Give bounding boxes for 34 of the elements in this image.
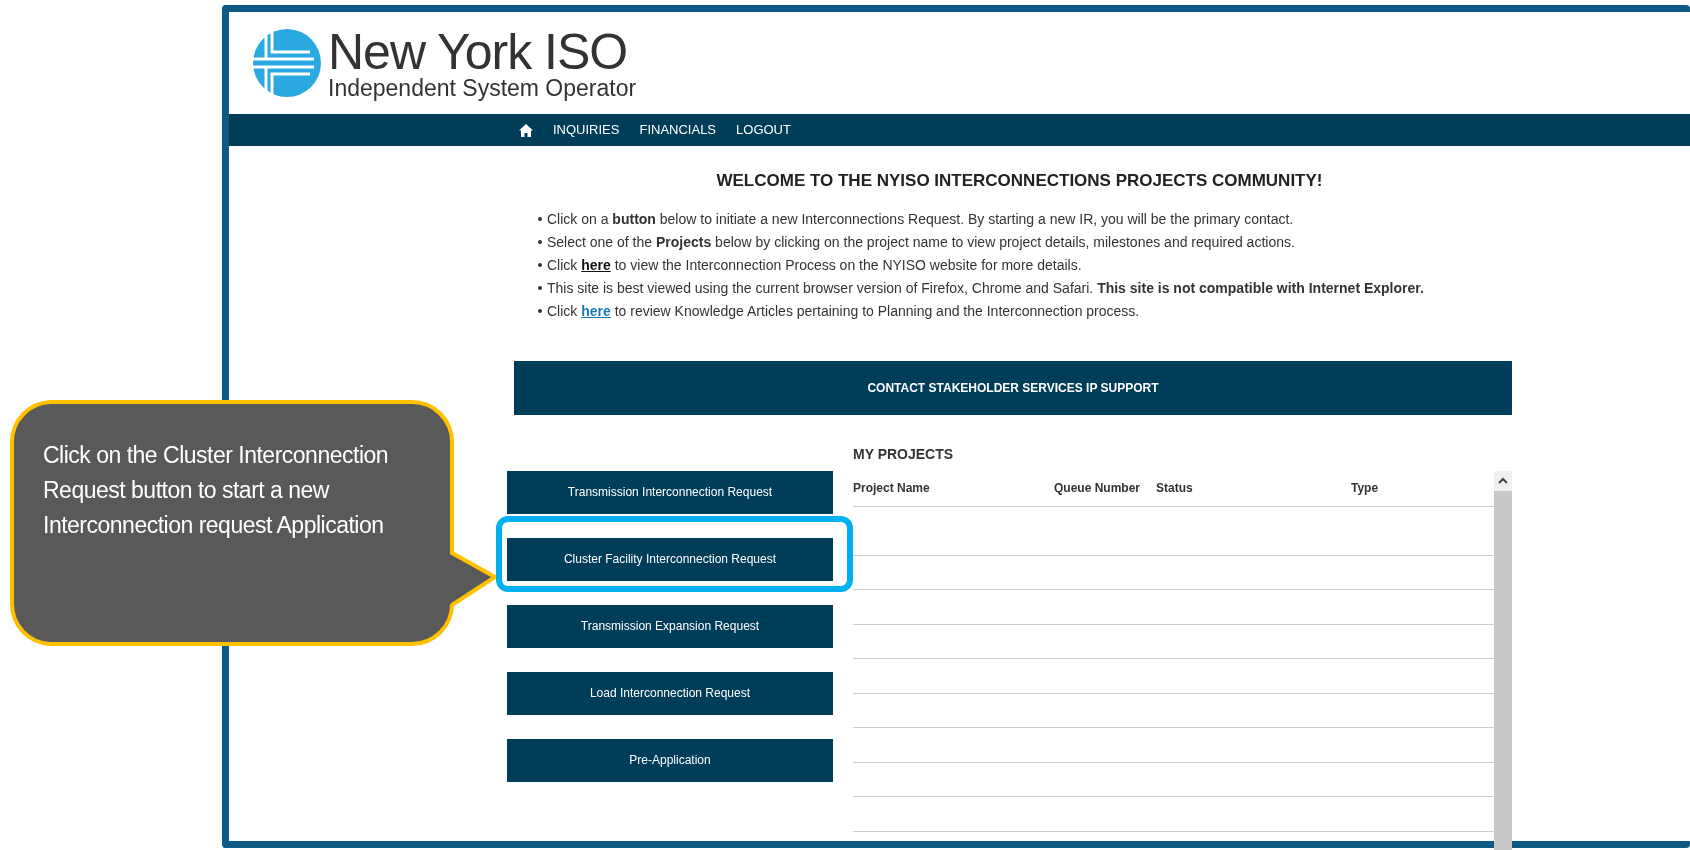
welcome-heading: WELCOME TO THE NYISO INTERCONNECTIONS PROJECTS COMMUNITY! — [715, 170, 1324, 192]
request-button[interactable]: Load Interconnection Request — [507, 671, 833, 715]
column-header: Project Name — [853, 480, 931, 497]
bullet-text: Click here to view the Interconnection Process on the NYISO website for more details. — [547, 255, 1082, 275]
nav-link[interactable]: LOGOUT — [736, 120, 791, 140]
scrollbar[interactable] — [1494, 470, 1512, 850]
bullet-text: Click on a button below to initiate a new Interconnections Request. By starting a new IR, you will be the primary contact. — [547, 209, 1294, 229]
bullet-text: Click here to review Knowledge Articles pertaining to Planning and the Interconnection process. — [547, 301, 1140, 321]
bullet-text: Select one of the Projects below by clicking on the project name to view project details, milestones and required actions. — [547, 232, 1295, 252]
column-header: Status — [1156, 480, 1194, 497]
nav-link[interactable]: FINANCIALS — [639, 120, 717, 140]
bullet-text: This site is best viewed using the current browser version of Firefox, Chrome and Safari. This site is not compatible with Internet Explorer. — [547, 278, 1424, 298]
column-header: Type — [1351, 480, 1380, 497]
home-icon[interactable] — [519, 123, 533, 137]
callout-text: Click on the Cluster Interconnection Request button to start a new Interconnection request Application — [43, 441, 390, 540]
section-title: MY PROJECTS — [853, 444, 955, 464]
bullet-icon — [538, 240, 542, 244]
request-button[interactable]: Pre-Application — [507, 738, 833, 782]
nav-link[interactable]: INQUIRIES — [553, 120, 620, 140]
bullet-icon — [538, 217, 542, 221]
bullet-icon — [538, 309, 542, 313]
here-link[interactable]: here — [581, 256, 611, 273]
request-button[interactable]: Cluster Facility Interconnection Request — [507, 537, 833, 581]
bullet-icon — [538, 286, 542, 290]
request-button[interactable]: Transmission Interconnection Request — [507, 470, 833, 514]
logo-title: New York ISO — [328, 26, 628, 77]
bullet-icon — [538, 263, 542, 267]
logo-icon — [252, 28, 322, 98]
contact-button[interactable]: CONTACT STAKEHOLDER SERVICES IP SUPPORT — [514, 360, 1512, 415]
request-button[interactable]: Transmission Expansion Request — [507, 604, 833, 648]
scroll-up-icon[interactable] — [1498, 477, 1508, 484]
column-header: Queue Number — [1054, 480, 1141, 497]
logo-subtitle: Independent System Operator — [328, 76, 637, 100]
here-link[interactable]: here — [581, 302, 611, 319]
